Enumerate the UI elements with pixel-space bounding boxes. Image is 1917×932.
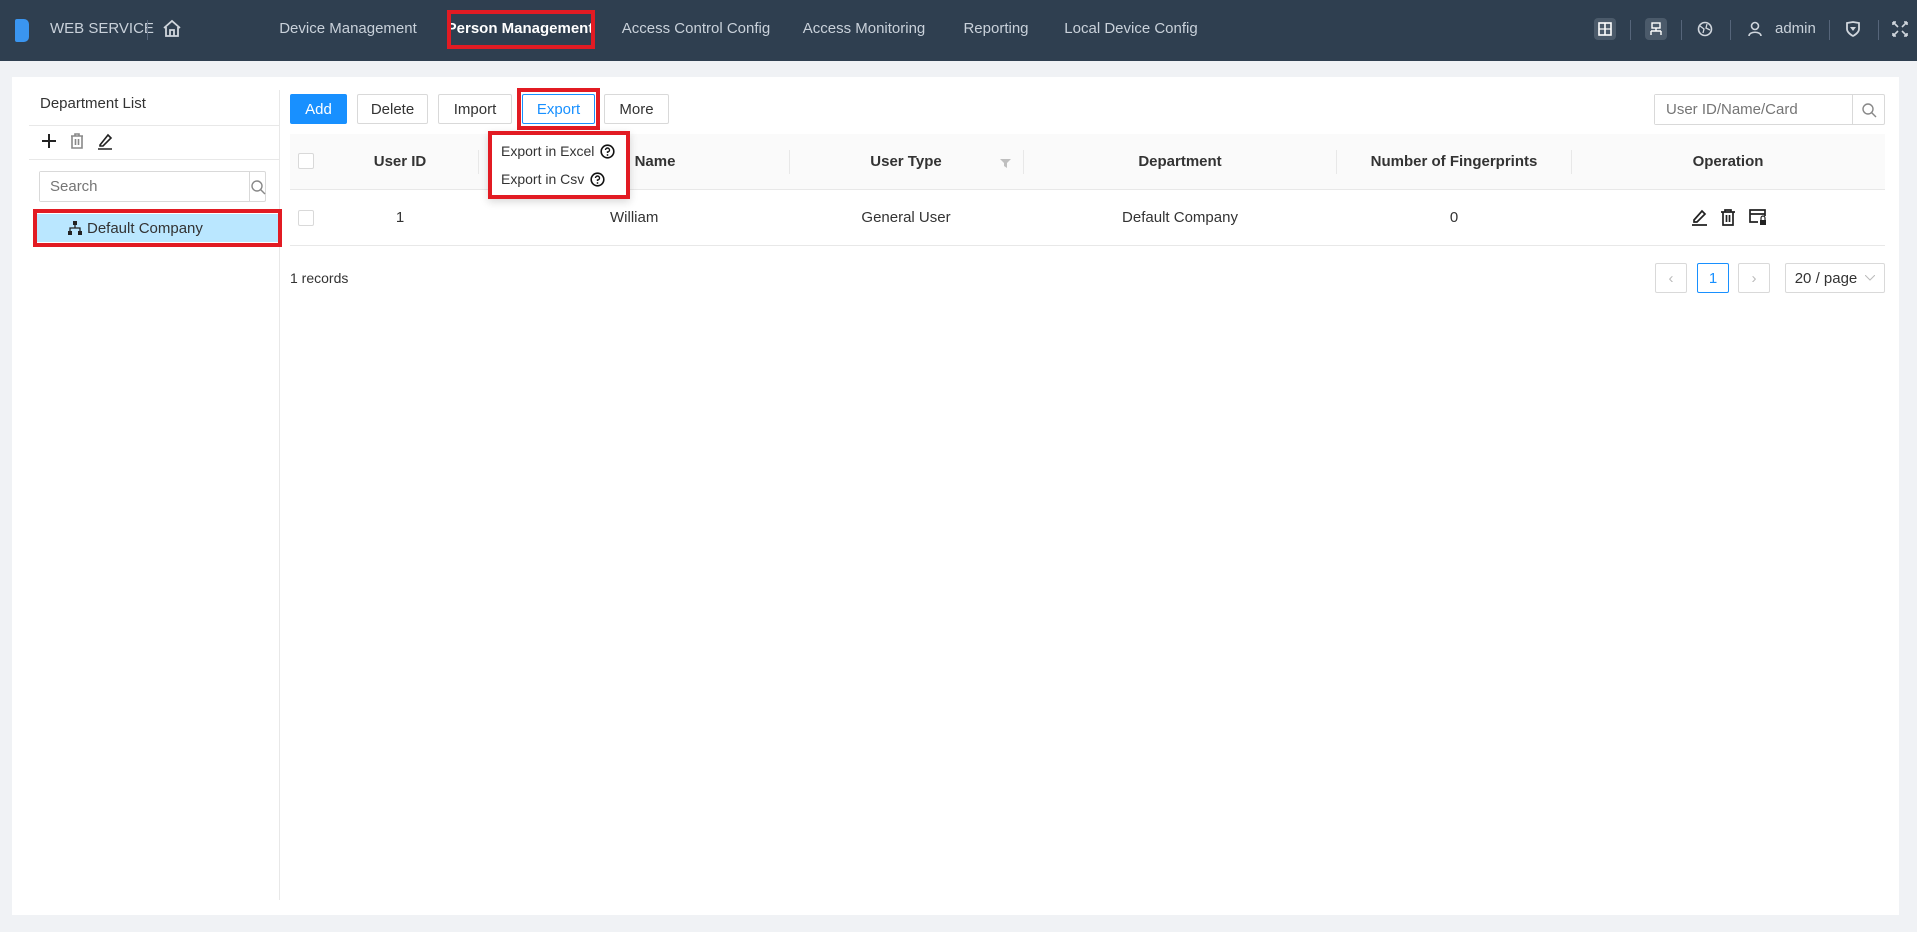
export-button[interactable]: Export xyxy=(522,94,595,124)
layout-icon[interactable] xyxy=(1594,18,1616,40)
fullscreen-icon[interactable] xyxy=(1889,18,1911,40)
username[interactable]: admin xyxy=(1775,0,1816,58)
chevron-down-icon xyxy=(1865,275,1876,281)
column-separator xyxy=(478,150,479,174)
department-search-input[interactable] xyxy=(40,172,249,201)
help-icon[interactable] xyxy=(600,143,615,159)
search-icon[interactable] xyxy=(1852,95,1884,124)
search-icon[interactable] xyxy=(249,172,266,201)
divider xyxy=(1681,20,1682,40)
export-excel-label: Export in Excel xyxy=(501,143,595,159)
row-checkbox[interactable] xyxy=(298,210,314,226)
help-icon[interactable] xyxy=(590,171,605,187)
delete-department-icon[interactable] xyxy=(68,132,86,150)
divider xyxy=(1730,20,1731,40)
column-name[interactable]: Name xyxy=(635,134,676,190)
column-separator xyxy=(1023,150,1024,174)
export-csv-label: Export in Csv xyxy=(501,171,585,187)
divider xyxy=(1878,20,1879,40)
user-search xyxy=(1654,94,1885,125)
column-operation: Operation xyxy=(1692,153,1764,170)
cell-fingerprints: 0 xyxy=(1449,209,1459,226)
page-size-select[interactable]: 20 / page xyxy=(1785,263,1885,293)
shield-icon[interactable] xyxy=(1842,18,1864,40)
cell-department: Default Company xyxy=(1122,209,1238,226)
access-permission-icon[interactable] xyxy=(1749,208,1767,230)
logo-icon xyxy=(15,19,29,42)
delete-button[interactable]: Delete xyxy=(357,94,428,124)
nav-person-management[interactable]: Person Management xyxy=(447,0,594,61)
column-separator xyxy=(789,150,790,174)
column-fingerprints[interactable]: Number of Fingerprints xyxy=(1371,134,1538,190)
divider xyxy=(29,125,279,126)
column-user-type[interactable]: User Type xyxy=(870,134,941,190)
column-separator xyxy=(1571,150,1572,174)
add-button[interactable]: Add xyxy=(290,94,347,124)
edit-user-icon[interactable] xyxy=(1690,208,1708,230)
column-department[interactable]: Department xyxy=(1138,134,1221,190)
app-title: WEB SERVICE xyxy=(50,20,154,37)
divider xyxy=(147,20,148,40)
nav-reporting[interactable]: Reporting xyxy=(963,0,1028,61)
column-user-id[interactable]: User ID xyxy=(374,134,427,190)
cell-user-id: 1 xyxy=(395,209,405,226)
add-department-icon[interactable] xyxy=(40,132,58,150)
org-tree-icon xyxy=(68,221,82,235)
user-icon[interactable] xyxy=(1744,18,1766,40)
export-csv-option[interactable]: Export in Csv xyxy=(488,165,630,193)
divider xyxy=(29,159,279,160)
column-separator xyxy=(1336,150,1337,174)
import-button[interactable]: Import xyxy=(438,94,512,124)
edit-department-icon[interactable] xyxy=(96,132,114,150)
next-page-button[interactable]: › xyxy=(1738,263,1770,293)
page-1-button[interactable]: 1 xyxy=(1697,263,1729,293)
delete-user-icon[interactable] xyxy=(1720,208,1736,230)
more-button[interactable]: More xyxy=(604,94,669,124)
top-bar: WEB SERVICE Device Management Person Man… xyxy=(0,0,1917,61)
nav-device-management[interactable]: Device Management xyxy=(279,0,417,61)
export-excel-option[interactable]: Export in Excel xyxy=(488,137,630,165)
nav-local-device-config[interactable]: Local Device Config xyxy=(1064,0,1197,61)
network-icon[interactable] xyxy=(1645,18,1667,40)
nav-access-control-config[interactable]: Access Control Config xyxy=(622,0,770,61)
filter-icon[interactable] xyxy=(1000,156,1011,173)
page-size-value: 20 / page xyxy=(1794,269,1858,287)
cell-user-type: General User xyxy=(861,209,951,226)
department-search xyxy=(39,171,266,202)
nav-access-monitoring[interactable]: Access Monitoring xyxy=(803,0,926,61)
sidebar-divider xyxy=(279,90,280,900)
divider xyxy=(1630,20,1631,40)
tree-node-label: Default Company xyxy=(87,219,203,237)
export-dropdown: Export in Excel Export in Csv xyxy=(488,131,630,199)
records-count: 1 records xyxy=(290,270,349,286)
user-search-input[interactable] xyxy=(1655,95,1852,124)
select-all-checkbox[interactable] xyxy=(298,153,314,169)
tree-node-default-company[interactable]: Default Company xyxy=(37,214,279,242)
department-list-title: Department List xyxy=(40,95,146,112)
language-globe-icon[interactable] xyxy=(1694,18,1716,40)
home-icon[interactable] xyxy=(162,19,182,39)
divider xyxy=(1829,20,1830,40)
prev-page-button[interactable]: ‹ xyxy=(1655,263,1687,293)
